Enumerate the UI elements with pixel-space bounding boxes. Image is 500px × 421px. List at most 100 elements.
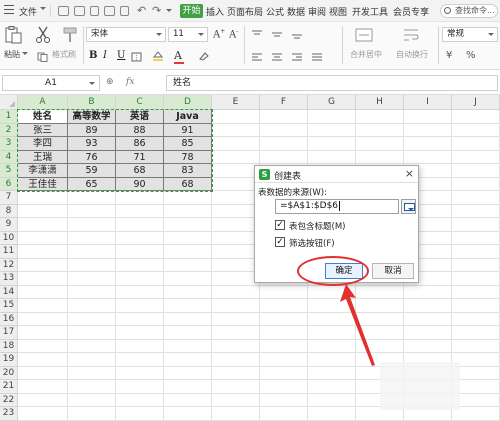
row-header-22[interactable]: 22 xyxy=(0,393,18,407)
row-header-13[interactable]: 13 xyxy=(0,272,18,286)
cell-e9[interactable] xyxy=(212,218,260,232)
file-dropdown-icon[interactable] xyxy=(40,7,46,10)
cell-c21[interactable] xyxy=(116,380,164,394)
font-name-select[interactable]: 宋体 xyxy=(86,27,166,42)
cell-i15[interactable] xyxy=(404,299,452,313)
cell-d6[interactable]: 68 xyxy=(164,177,212,191)
vertical-align-icons[interactable] xyxy=(250,28,310,40)
cell-a22[interactable] xyxy=(18,393,68,407)
cell-c8[interactable] xyxy=(116,204,164,218)
italic-button[interactable]: I xyxy=(103,50,107,61)
row-header-17[interactable]: 17 xyxy=(0,326,18,340)
cell-a3[interactable]: 李四 xyxy=(18,137,68,151)
cell-b8[interactable] xyxy=(68,204,116,218)
menu-icon[interactable] xyxy=(4,5,14,16)
tab-data[interactable]: 数据 xyxy=(287,5,305,18)
cell-c7[interactable] xyxy=(116,191,164,205)
horizontal-align-icons[interactable] xyxy=(250,51,340,63)
underline-button[interactable]: U xyxy=(117,50,125,61)
cell-c3[interactable]: 86 xyxy=(116,137,164,151)
range-input[interactable]: =$A$1:$D$6 xyxy=(275,199,399,214)
cell-c5[interactable]: 68 xyxy=(116,164,164,178)
cell-b9[interactable] xyxy=(68,218,116,232)
row-header-19[interactable]: 19 xyxy=(0,353,18,367)
wrap-text-label[interactable]: 自动换行 xyxy=(396,49,428,60)
cell-d15[interactable] xyxy=(164,299,212,313)
cell-c2[interactable]: 88 xyxy=(116,123,164,137)
cell-d22[interactable] xyxy=(164,393,212,407)
cell-i3[interactable] xyxy=(404,137,452,151)
cell-f2[interactable] xyxy=(260,123,308,137)
quick-access-dropdown-icon[interactable] xyxy=(166,9,172,12)
cell-a23[interactable] xyxy=(18,407,68,421)
tab-page-layout[interactable]: 页面布局 xyxy=(227,5,263,18)
cell-c17[interactable] xyxy=(116,326,164,340)
row-header-14[interactable]: 14 xyxy=(0,285,18,299)
cell-j9[interactable] xyxy=(452,218,500,232)
row-header-1[interactable]: 1 xyxy=(0,110,18,124)
cell-d23[interactable] xyxy=(164,407,212,421)
print-icon[interactable] xyxy=(120,6,129,16)
redo-icon[interactable]: ↷ xyxy=(152,4,161,17)
cell-i17[interactable] xyxy=(404,326,452,340)
cell-f1[interactable] xyxy=(260,110,308,124)
cell-g2[interactable] xyxy=(308,123,356,137)
cell-b23[interactable] xyxy=(68,407,116,421)
cell-e16[interactable] xyxy=(212,312,260,326)
cell-d1[interactable]: Java xyxy=(164,110,212,124)
cell-j14[interactable] xyxy=(452,285,500,299)
cell-j10[interactable] xyxy=(452,231,500,245)
cell-b20[interactable] xyxy=(68,366,116,380)
cell-c14[interactable] xyxy=(116,285,164,299)
fill-color-icon[interactable] xyxy=(152,51,164,61)
cell-f19[interactable] xyxy=(260,353,308,367)
cell-a19[interactable] xyxy=(18,353,68,367)
paste-icon[interactable] xyxy=(4,26,22,44)
cell-e2[interactable] xyxy=(212,123,260,137)
cell-e12[interactable] xyxy=(212,258,260,272)
cell-g1[interactable] xyxy=(308,110,356,124)
cell-b17[interactable] xyxy=(68,326,116,340)
row-header-16[interactable]: 16 xyxy=(0,312,18,326)
cell-a20[interactable] xyxy=(18,366,68,380)
cell-c4[interactable]: 71 xyxy=(116,150,164,164)
font-size-select[interactable]: 11 xyxy=(168,27,208,42)
cell-c18[interactable] xyxy=(116,339,164,353)
cell-i2[interactable] xyxy=(404,123,452,137)
cell-b19[interactable] xyxy=(68,353,116,367)
cell-f18[interactable] xyxy=(260,339,308,353)
merge-center-label[interactable]: 合并居中 xyxy=(350,49,382,60)
cell-f20[interactable] xyxy=(260,366,308,380)
cell-h3[interactable] xyxy=(356,137,404,151)
cell-d10[interactable] xyxy=(164,231,212,245)
tab-review[interactable]: 审阅 xyxy=(308,5,326,18)
filter-checkbox-label[interactable]: 筛选按钮(F) xyxy=(289,237,335,249)
cell-a8[interactable] xyxy=(18,204,68,218)
cell-a7[interactable] xyxy=(18,191,68,205)
column-header-d[interactable]: D xyxy=(164,95,212,110)
cell-e22[interactable] xyxy=(212,393,260,407)
cell-j18[interactable] xyxy=(452,339,500,353)
cell-c13[interactable] xyxy=(116,272,164,286)
cell-d12[interactable] xyxy=(164,258,212,272)
cell-d7[interactable] xyxy=(164,191,212,205)
cell-g3[interactable] xyxy=(308,137,356,151)
cell-f15[interactable] xyxy=(260,299,308,313)
cell-e13[interactable] xyxy=(212,272,260,286)
cell-i4[interactable] xyxy=(404,150,452,164)
range-picker-button[interactable] xyxy=(401,199,416,214)
cell-g22[interactable] xyxy=(308,393,356,407)
cell-b16[interactable] xyxy=(68,312,116,326)
percent-icon[interactable]: % xyxy=(466,50,476,61)
fx-icon[interactable]: fx xyxy=(126,77,134,87)
cell-e11[interactable] xyxy=(212,245,260,259)
row-header-15[interactable]: 15 xyxy=(0,299,18,313)
cell-c11[interactable] xyxy=(116,245,164,259)
cell-j5[interactable] xyxy=(452,164,500,178)
undo-icon[interactable]: ↶ xyxy=(137,4,146,17)
cell-e19[interactable] xyxy=(212,353,260,367)
cell-a16[interactable] xyxy=(18,312,68,326)
row-header-7[interactable]: 7 xyxy=(0,191,18,205)
row-header-4[interactable]: 4 xyxy=(0,150,18,164)
row-header-6[interactable]: 6 xyxy=(0,177,18,191)
